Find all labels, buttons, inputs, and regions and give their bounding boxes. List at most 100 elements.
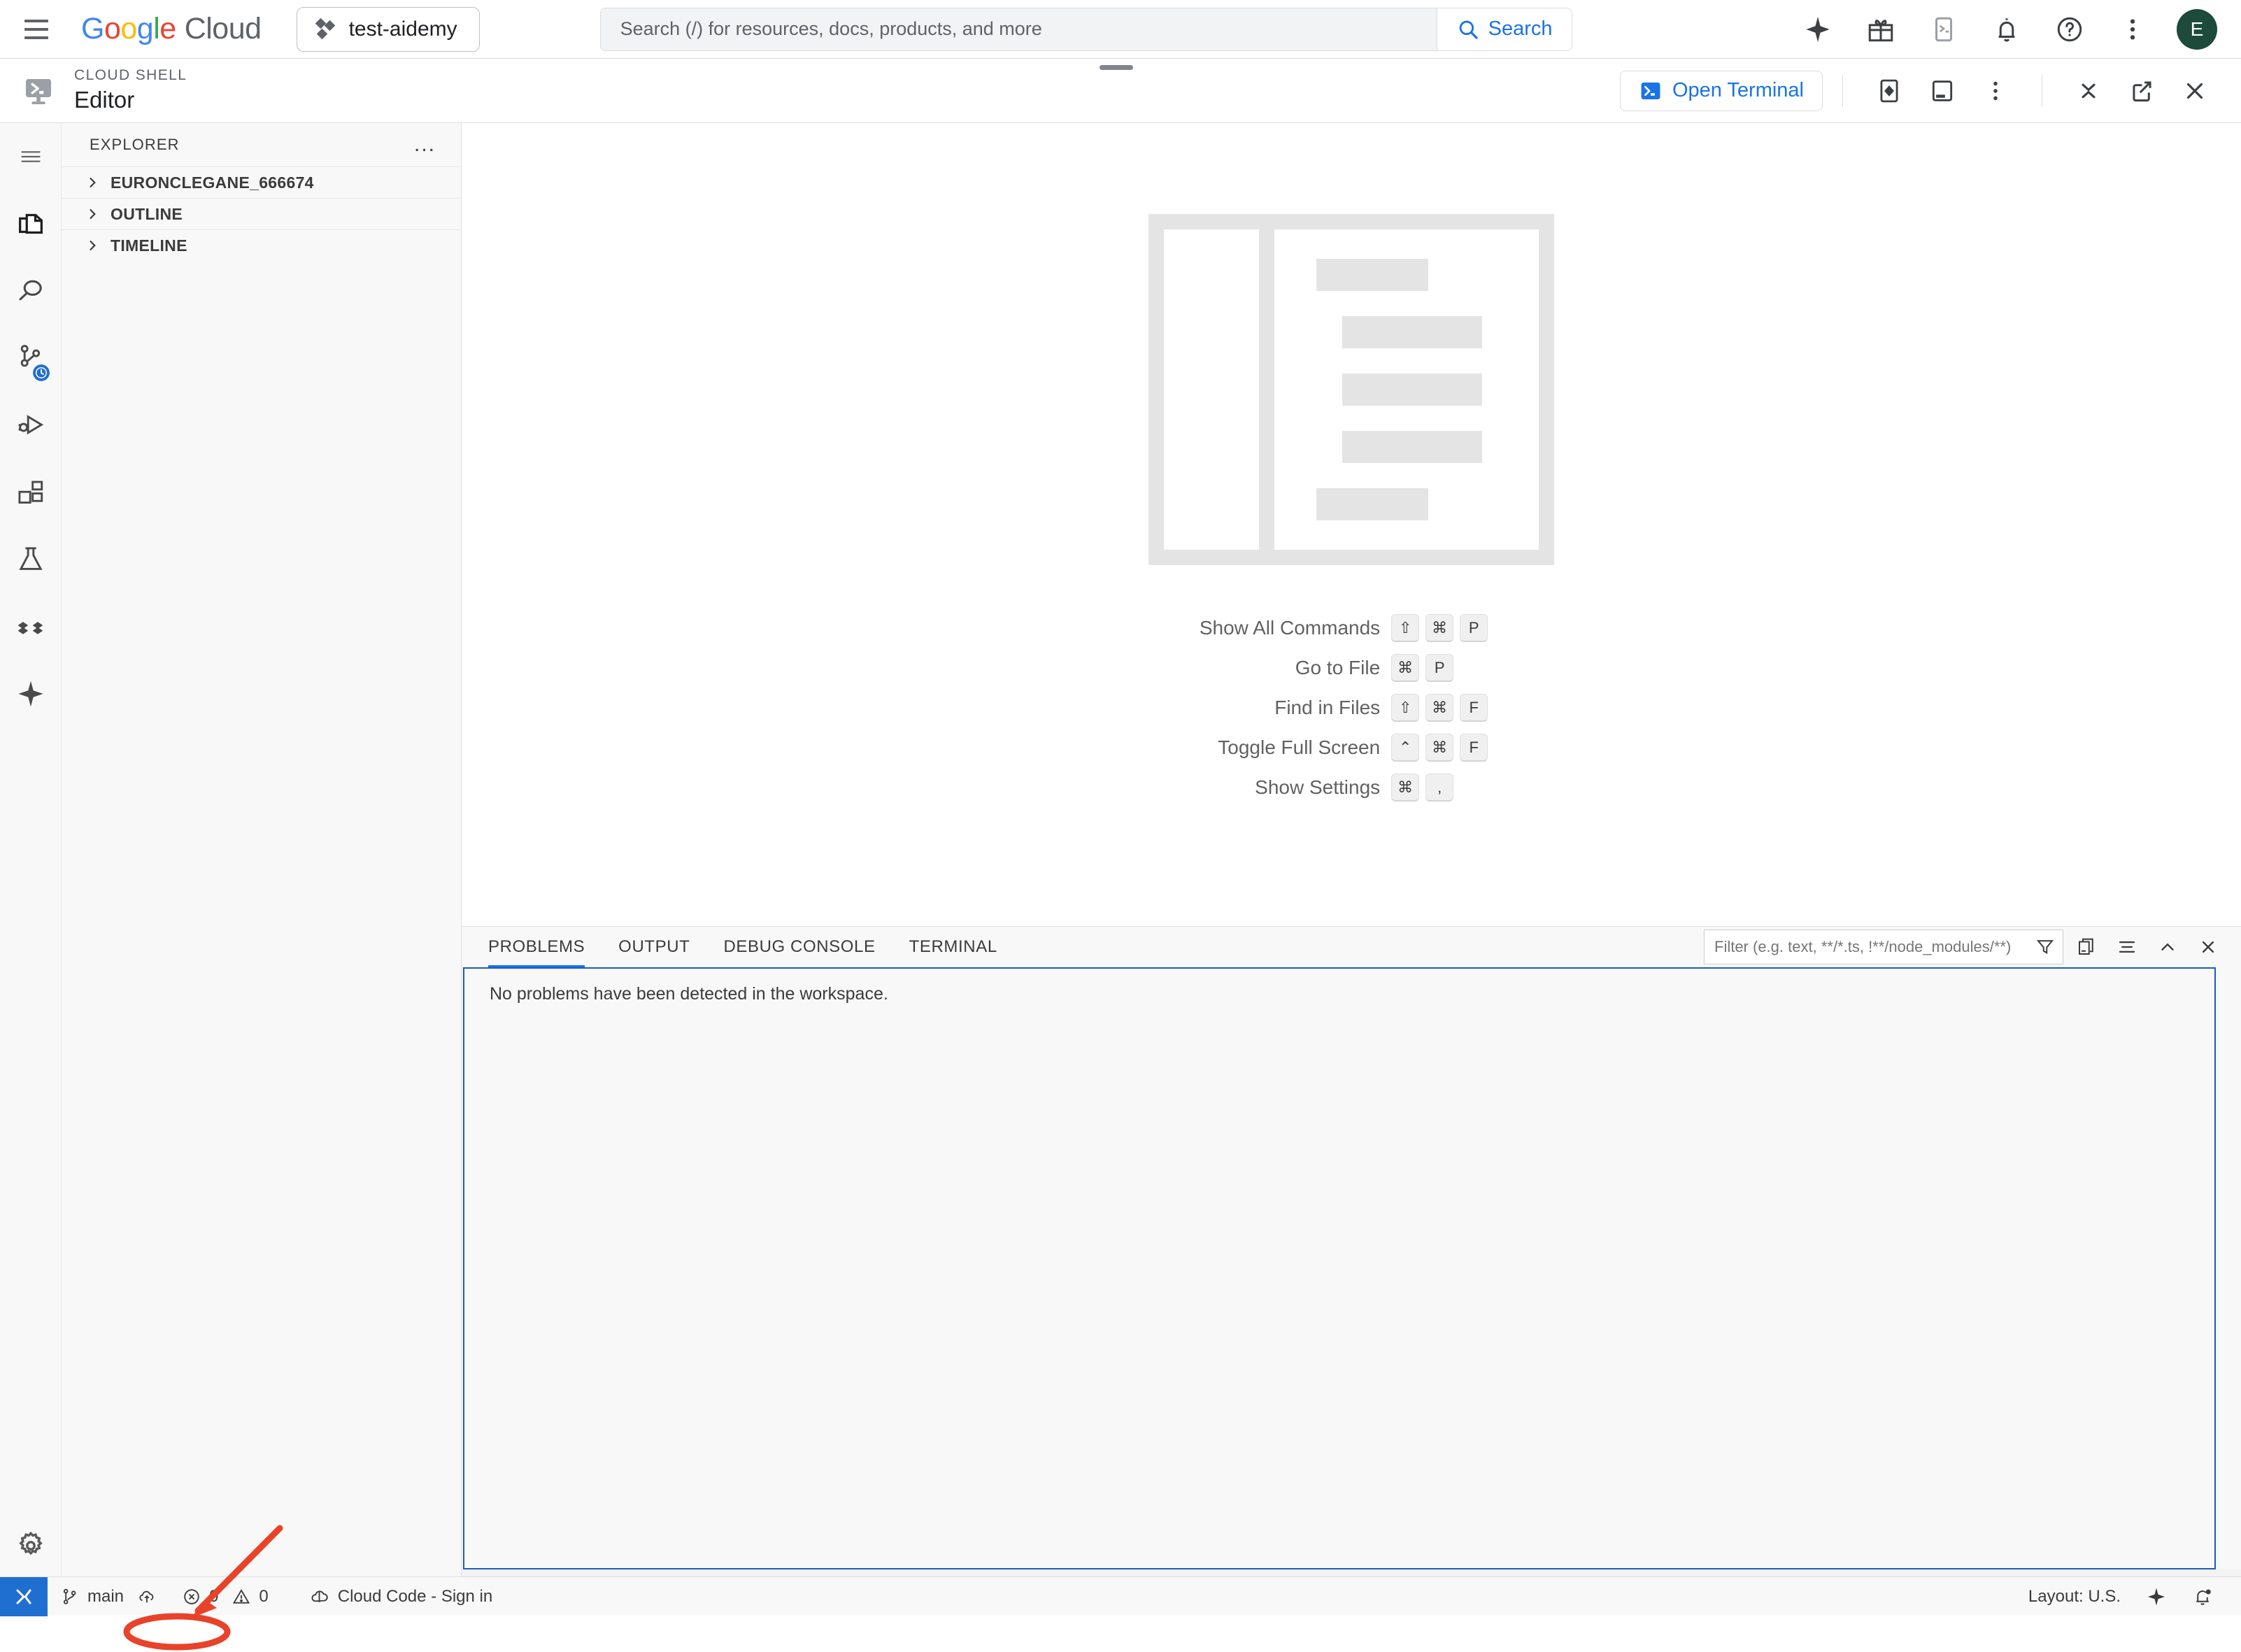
search-magnifier-icon [1459, 20, 1478, 39]
git-branch-icon [63, 1588, 76, 1604]
shortcut-row[interactable]: Find in Files ⇧ ⌘ F [1200, 694, 1503, 722]
more-actions-icon[interactable] [1976, 71, 2015, 111]
panel-actions [1704, 930, 2241, 964]
explorer-more-icon[interactable]: ... [414, 134, 436, 155]
status-cloud-code-sign-in[interactable]: Cloud Code - Sign in [297, 1577, 505, 1616]
key-cap: F [1460, 734, 1488, 762]
terminal-icon [1641, 82, 1660, 99]
open-terminal-label: Open Terminal [1672, 79, 1804, 101]
view-as-table-icon[interactable] [2110, 930, 2144, 964]
navigation-menu-icon[interactable] [18, 11, 55, 48]
annotation-highlight-ellipse [123, 1613, 231, 1651]
collapse-all-icon[interactable] [2069, 930, 2104, 964]
shortcut-label: Go to File [1295, 657, 1381, 678]
editor-welcome-area: Show All Commands ⇧ ⌘ P Go to File ⌘ P F [462, 123, 2241, 926]
key-cap: P [1425, 654, 1454, 682]
status-branch[interactable]: main [48, 1577, 169, 1616]
chevron-right-icon [90, 178, 96, 187]
manage-settings-icon[interactable] [0, 1512, 62, 1579]
search-input-container[interactable] [599, 7, 1437, 51]
cloud-shell-icon[interactable] [1925, 10, 1963, 48]
project-dots-icon [315, 17, 336, 40]
key-cap: F [1460, 694, 1488, 722]
menu-icon[interactable] [0, 123, 62, 190]
key-cap: ⌘ [1425, 614, 1454, 642]
explorer-sidebar: EXPLORER ... EURONCLEGANE_666674 OUTLINE… [62, 123, 462, 1616]
filter-icon[interactable] [2035, 937, 2056, 957]
gemini-sparkle-icon[interactable] [1799, 10, 1837, 48]
explorer-section-label: TIMELINE [111, 236, 187, 255]
key-cap: ⌘ [1425, 694, 1454, 722]
problems-empty-message: No problems have been detected in the wo… [490, 984, 888, 1004]
page-title: Editor [74, 87, 135, 113]
search-input[interactable] [620, 18, 1437, 40]
new-editor-window-icon[interactable] [1923, 71, 1962, 111]
sidebar-item-source-control[interactable] [0, 325, 62, 392]
more-options-icon[interactable] [2114, 10, 2151, 48]
status-gemini-icon[interactable] [2133, 1577, 2179, 1616]
shortcut-row[interactable]: Go to File ⌘ P [1200, 654, 1503, 682]
tab-terminal[interactable]: TERMINAL [909, 927, 997, 967]
shortcut-row[interactable]: Toggle Full Screen ⌃ ⌘ F [1200, 734, 1503, 762]
shortcut-label: Find in Files [1274, 697, 1381, 718]
status-keyboard-layout[interactable]: Layout: U.S. [2016, 1577, 2133, 1616]
gift-icon[interactable] [1862, 10, 1900, 48]
sidebar-item-cloud-code[interactable] [0, 593, 62, 660]
explorer-title: EXPLORER [90, 136, 180, 153]
open-terminal-button[interactable]: Open Terminal [1619, 70, 1823, 111]
google-cloud-logo[interactable]: Google Cloud [81, 12, 262, 46]
status-errors-warnings[interactable]: 0 0 [169, 1577, 281, 1616]
shortcut-row[interactable]: Show All Commands ⇧ ⌘ P [1200, 614, 1503, 642]
remote-window-button[interactable] [0, 1576, 48, 1616]
key-cap: ⌃ [1391, 734, 1420, 762]
explorer-section-timeline[interactable]: TIMELINE [62, 229, 461, 261]
sidebar-item-testing[interactable] [0, 526, 62, 593]
explorer-section-label: EURONCLEGANE_666674 [111, 173, 314, 192]
status-branch-label: main [87, 1586, 124, 1606]
warning-icon [233, 1588, 250, 1604]
search-button[interactable]: Search [1436, 7, 1572, 51]
search-button-label: Search [1488, 17, 1553, 40]
status-notifications-icon[interactable] [2179, 1577, 2226, 1616]
shortcut-label: Show All Commands [1199, 617, 1381, 639]
key-cap: ⌘ [1391, 774, 1420, 802]
key-cap: ⇧ [1391, 694, 1420, 722]
sidebar-item-extensions[interactable] [0, 459, 62, 526]
notifications-bell-icon[interactable] [1988, 10, 2026, 48]
chevron-up-icon[interactable] [2150, 930, 2185, 964]
sidebar-item-explorer[interactable] [0, 190, 62, 257]
key-cap: , [1425, 774, 1454, 802]
cloud-shell-header: CLOUD SHELL Editor Open Terminal [0, 59, 2241, 123]
open-new-window-icon[interactable] [2122, 71, 2161, 111]
minimize-icon[interactable] [2069, 71, 2108, 111]
filter-input[interactable] [1714, 938, 2035, 956]
cloud-upload-icon [139, 1590, 154, 1602]
bottom-panel: PROBLEMS OUTPUT DEBUG CONSOLE TERMINAL F… [462, 926, 2241, 1569]
shortcut-keys: ⌃ ⌘ F [1391, 734, 1503, 762]
cloud-shell-editor-icon [21, 73, 56, 108]
explorer-section-workspace[interactable]: EURONCLEGANE_666674 [62, 166, 461, 198]
activity-bar [0, 123, 62, 1616]
help-icon[interactable] [2051, 10, 2089, 48]
divider [1842, 74, 1843, 107]
explorer-section-label: OUTLINE [111, 204, 183, 223]
project-selector[interactable]: test-aidemy [296, 6, 480, 52]
tab-problems[interactable]: PROBLEMS [488, 927, 585, 967]
project-name-label: test-aidemy [348, 17, 457, 41]
status-warning-count: 0 [259, 1586, 269, 1606]
global-search: Search [599, 7, 1572, 51]
filter-input-container[interactable] [1704, 930, 2063, 964]
close-panel-icon[interactable] [2191, 930, 2226, 964]
sidebar-item-gemini-code-assist[interactable] [0, 660, 62, 727]
tab-output[interactable]: OUTPUT [618, 927, 690, 967]
panel-drag-handle[interactable] [1100, 65, 1133, 70]
keyboard-shortcuts-list: Show All Commands ⇧ ⌘ P Go to File ⌘ P F [1200, 614, 1503, 802]
preview-icon[interactable] [1870, 71, 1909, 111]
tab-debug-console[interactable]: DEBUG CONSOLE [723, 927, 875, 967]
avatar[interactable]: E [2177, 8, 2217, 50]
shortcut-row[interactable]: Show Settings ⌘ , [1200, 774, 1503, 802]
sidebar-item-search[interactable] [0, 257, 62, 325]
close-icon[interactable] [2175, 71, 2214, 111]
sidebar-item-run-and-debug[interactable] [0, 392, 62, 459]
explorer-section-outline[interactable]: OUTLINE [62, 198, 461, 229]
